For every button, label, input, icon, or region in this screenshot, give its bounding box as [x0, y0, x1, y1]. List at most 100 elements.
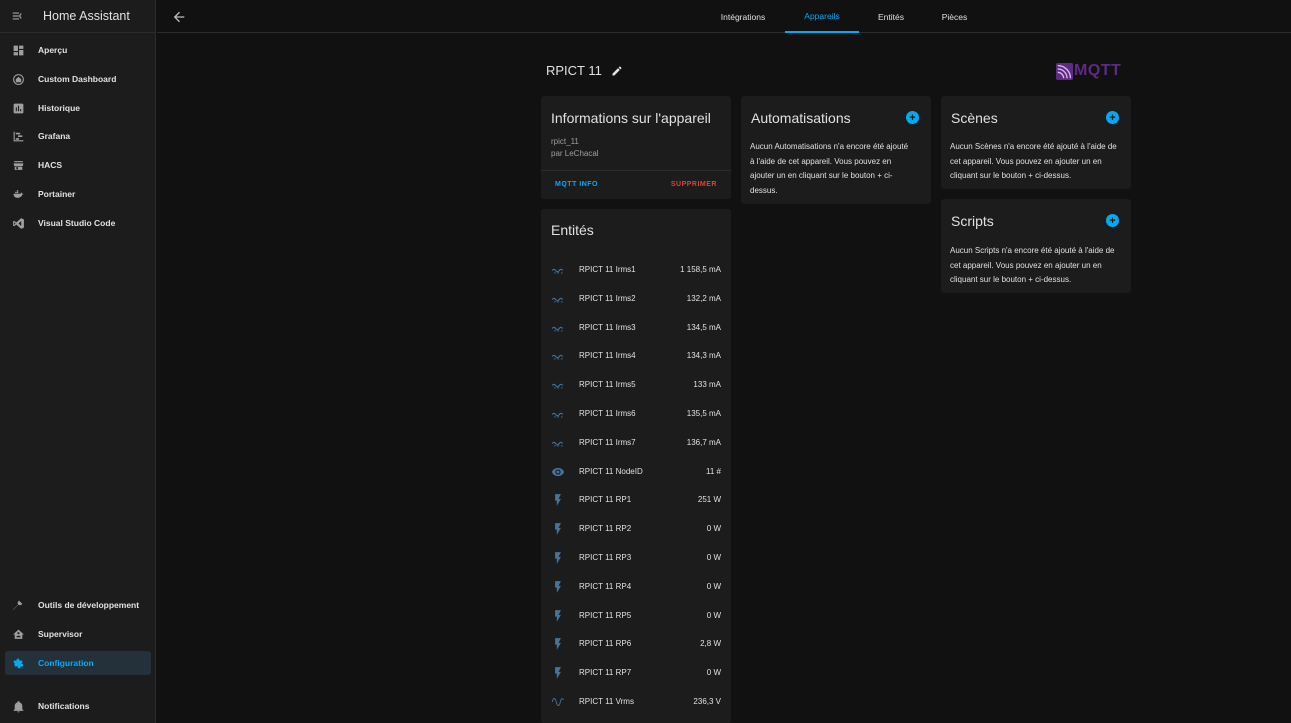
- sidebar-item-label: Historique: [38, 103, 81, 113]
- entity-row[interactable]: RPICT 11 Irms3 134,5 mA: [541, 314, 731, 342]
- supervisor-icon: [5, 628, 31, 641]
- sidebar-header: Home Assistant: [0, 0, 155, 33]
- entity-row[interactable]: RPICT 11 Irms4 134,3 mA: [541, 342, 731, 370]
- entity-name: RPICT 11 RP7: [579, 668, 632, 678]
- bell-icon: [5, 700, 31, 713]
- entity-row[interactable]: RPICT 11 RP5 0 W: [541, 602, 731, 630]
- entity-row[interactable]: RPICT 11 Vrms 236,3 V: [541, 688, 731, 716]
- sidebar-item-label: Portainer: [38, 189, 76, 199]
- entity-state: 2,8 W: [700, 639, 721, 649]
- dashboard-icon: [5, 44, 31, 57]
- entity-state: 134,5 mA: [686, 322, 721, 332]
- entity-name: RPICT 11 Irms3: [579, 322, 636, 332]
- device-header: RPICT 11: [546, 63, 623, 78]
- add-automation-icon[interactable]: +: [906, 111, 919, 124]
- sidebar-item-grafana[interactable]: Grafana: [5, 124, 151, 148]
- entity-row[interactable]: RPICT 11 RP4 0 W: [541, 573, 731, 601]
- tab-integrations[interactable]: Intégrations: [710, 0, 776, 33]
- entity-row[interactable]: RPICT 11 NodeID 11 #: [541, 458, 731, 486]
- entity-name: RPICT 11 Irms4: [579, 351, 636, 361]
- scenes-empty-text: Aucun Scènes n'a encore été ajouté à l'a…: [950, 142, 1117, 180]
- entity-state: 135,5 mA: [686, 409, 721, 418]
- flash-icon: [551, 522, 565, 536]
- sidebar-item-supervisor[interactable]: Supervisor: [5, 622, 151, 646]
- flash-icon: [551, 580, 565, 594]
- sidebar-item-label: Configuration: [38, 658, 94, 668]
- flash-icon: [551, 493, 565, 507]
- entities-card: Entités RPICT 11 Irms1 1 158,5 mA RPICT 11…: [541, 209, 731, 723]
- entity-name: RPICT 11 NodeID: [579, 466, 643, 476]
- entity-state: 0 W: [706, 524, 721, 534]
- sidebar-item-custom-dashboard[interactable]: Custom Dashboard: [5, 67, 151, 91]
- entity-state: 0 W: [706, 581, 721, 591]
- card-title: Automatisations: [751, 110, 851, 126]
- automations-card: Automatisations + Aucun Automatisations …: [741, 96, 931, 204]
- docker-icon: [5, 188, 31, 201]
- entity-state: 136,7 mA: [686, 437, 721, 447]
- mqtt-info-button[interactable]: MQTT INFO: [555, 181, 598, 188]
- sidebar-item-label: Grafana: [38, 131, 71, 141]
- entity-row[interactable]: RPICT 11 Irms5 133 mA: [541, 371, 731, 399]
- current-ac-icon: [551, 321, 565, 335]
- entity-row[interactable]: RPICT 11 Irms6 135,5 mA: [541, 400, 731, 428]
- sine-wave-icon: [551, 695, 565, 709]
- entity-row[interactable]: RPICT 11 RP6 2,8 W: [541, 630, 731, 658]
- flash-icon: [551, 551, 565, 565]
- sidebar-item-hacs[interactable]: HACS: [5, 153, 151, 177]
- current-ac-icon: [551, 407, 565, 421]
- entity-row[interactable]: RPICT 11 Irms1 1 158,5 mA: [541, 256, 731, 284]
- home-assistant-icon: [5, 73, 31, 86]
- card-title: Scripts: [951, 213, 994, 229]
- sidebar-item-configuration[interactable]: Configuration: [5, 651, 151, 675]
- card-title: Scènes: [951, 110, 998, 126]
- sidebar-item-label: Visual Studio Code: [38, 218, 116, 228]
- entity-name: RPICT 11 Irms5: [579, 380, 636, 390]
- entity-name: RPICT 11 Irms1: [579, 265, 636, 274]
- current-ac-icon: [551, 378, 565, 392]
- sidebar-item-label: Notifications: [38, 701, 90, 711]
- sidebar-item-portainer[interactable]: Portainer: [5, 182, 151, 206]
- pencil-icon[interactable]: [611, 65, 623, 77]
- sidebar-item-label: Aperçu: [38, 45, 68, 55]
- mqtt-logo: MQTT: [1056, 62, 1121, 80]
- gear-icon: [5, 657, 31, 670]
- app-title: Home Assistant: [43, 9, 130, 23]
- entity-row[interactable]: RPICT 11 RP3 0 W: [541, 544, 731, 572]
- scripts-card: Scripts + Aucun Scripts n'a encore été a…: [941, 199, 1131, 293]
- device-info-card: Informations sur l'appareil rpict_11 par…: [541, 96, 731, 199]
- current-ac-icon: [551, 436, 565, 450]
- add-scene-icon[interactable]: +: [1106, 111, 1119, 124]
- entity-state: 0 W: [706, 553, 721, 562]
- top-toolbar: Intégrations Appareils Entités Pièces: [157, 0, 1291, 33]
- back-arrow-icon[interactable]: [171, 9, 187, 25]
- sidebar-item-notifications[interactable]: Notifications: [5, 694, 151, 718]
- mqtt-logo-mark: [1056, 62, 1073, 80]
- sidebar-item-label: Custom Dashboard: [38, 74, 117, 84]
- vscode-icon: [5, 217, 31, 230]
- entity-row[interactable]: RPICT 11 Irms2 132,2 mA: [541, 285, 731, 313]
- menu-collapse-icon[interactable]: [0, 0, 36, 33]
- sidebar-item-apercu[interactable]: Aperçu: [5, 38, 151, 62]
- store-icon: [5, 159, 31, 172]
- entity-name: RPICT 11 Irms2: [579, 293, 636, 303]
- tab-areas[interactable]: Pièces: [932, 0, 977, 33]
- entity-name: RPICT 11 RP1: [579, 495, 632, 505]
- entity-row[interactable]: RPICT 11 RP2 0 W: [541, 515, 731, 543]
- entity-row[interactable]: RPICT 11 Irms7 136,7 mA: [541, 429, 731, 457]
- current-ac-icon: [551, 263, 565, 277]
- tab-entities[interactable]: Entités: [867, 0, 915, 33]
- delete-button[interactable]: SUPPRIMER: [671, 181, 717, 188]
- sidebar-item-dev-tools[interactable]: Outils de développement: [5, 593, 151, 617]
- sidebar-item-vscode[interactable]: Visual Studio Code: [5, 211, 151, 235]
- tab-devices[interactable]: Appareils: [785, 0, 859, 33]
- add-script-icon[interactable]: +: [1106, 214, 1119, 227]
- entity-name: RPICT 11 Irms6: [579, 409, 636, 418]
- entity-state: 0 W: [706, 668, 721, 678]
- entity-state: 11 #: [706, 466, 721, 476]
- current-ac-icon: [551, 349, 565, 363]
- chart-timeline-icon: [5, 130, 31, 143]
- entity-row[interactable]: RPICT 11 RP1 251 W: [541, 486, 731, 514]
- sidebar-item-historique[interactable]: Historique: [5, 96, 151, 120]
- entity-row[interactable]: RPICT 11 RP7 0 W: [541, 659, 731, 687]
- sidebar: Home Assistant Aperçu Custom Dashboard H…: [0, 0, 156, 723]
